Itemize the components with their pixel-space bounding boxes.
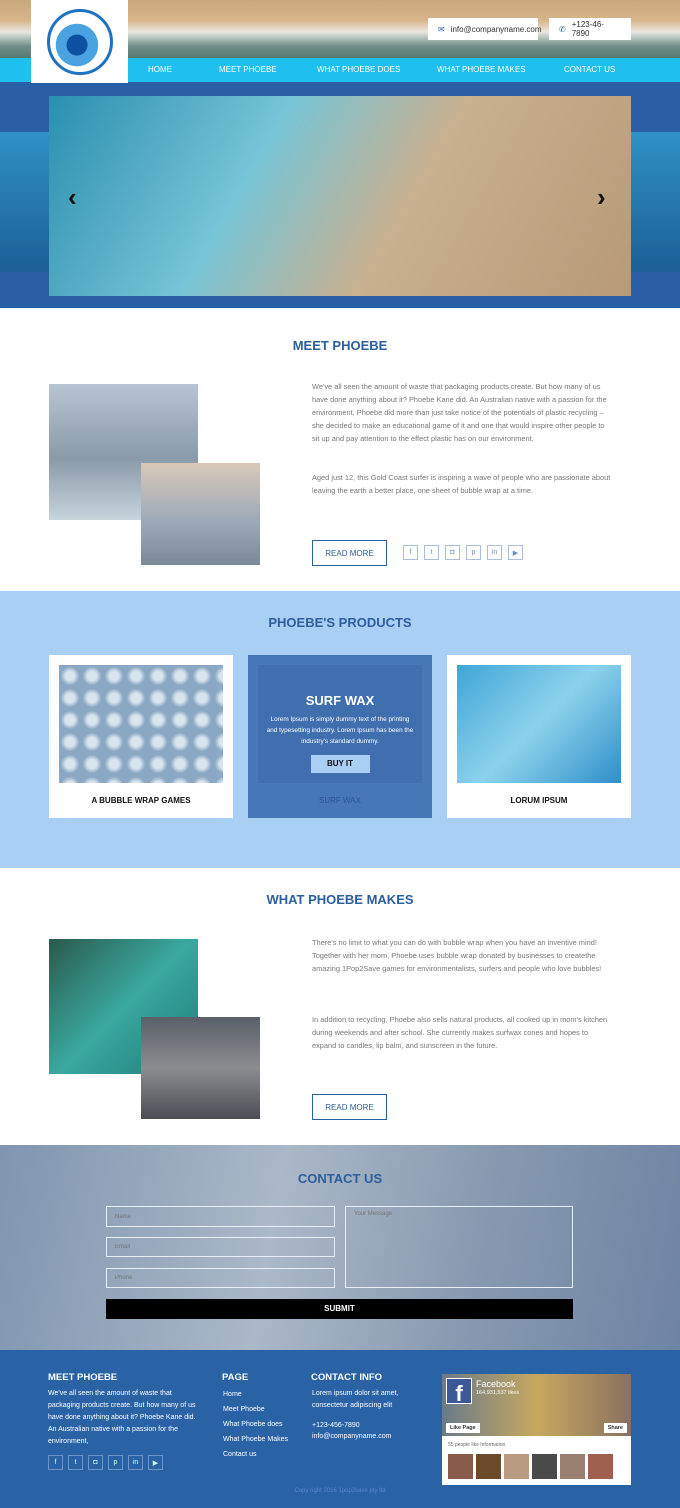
chevron-right-icon[interactable]: › [597,182,606,213]
facebook-icon[interactable]: f [48,1455,63,1470]
social-icons: f t ◘ p in ▶ [403,545,523,560]
read-more-button[interactable]: READ MORE [312,540,387,566]
instagram-icon[interactable]: ◘ [88,1455,103,1470]
avatar[interactable] [560,1454,585,1479]
pinterest-icon[interactable]: p [108,1455,123,1470]
product-label: SURF WAX [319,796,361,805]
overlay-text: Lorem Ipsum is simply dummy text of the … [266,716,414,745]
meet-text-2: Aged just 12, this Gold Coast surfer is … [312,473,611,495]
product-label: LORUM IPSUM [510,796,568,805]
fb-share-button[interactable]: Share [603,1423,627,1433]
mail-icon: ✉ [438,24,445,34]
phone-icon: ✆ [559,24,566,34]
makes-text-2: In addition to recycling, Phoebe also se… [312,1015,608,1050]
makes-text-1: There's no limit to what you can do with… [312,938,602,973]
phone-text: +123-46-7890 [571,20,604,38]
makes-title: WHAT PHOEBE MAKES [266,892,414,907]
product-card[interactable]: LORUM IPSUM [447,655,631,818]
nav-what-phoebe-makes[interactable]: WHAT PHOEBE MAKES [437,58,526,82]
contact-title: CONTACT US [297,1171,383,1186]
submit-button[interactable]: SUBMIT [106,1299,573,1319]
footer-meet-title: MEET PHOEBE [48,1372,118,1383]
avatar[interactable] [504,1454,529,1479]
fb-page-name[interactable]: Facebook [476,1379,516,1389]
avatar[interactable] [532,1454,557,1479]
products-title: PHOEBE'S PRODUCTS [268,615,412,630]
avatar[interactable] [588,1454,613,1479]
footer-email[interactable]: info@companyname.com [312,1431,391,1443]
footer-contact-title: CONTACT INFO [311,1372,383,1383]
nav-contact-us[interactable]: CONTACT US [564,58,615,82]
buy-it-button[interactable]: BUY IT [310,755,370,773]
facebook-widget: f Facebook 164,931,537 likes Like Page S… [442,1374,631,1485]
next-slide-preview [631,132,680,272]
logo[interactable] [31,0,128,83]
read-more-button[interactable]: READ MORE [312,1094,387,1120]
linkedin-icon[interactable]: in [128,1455,143,1470]
footer-link-home[interactable]: Home [223,1387,288,1402]
nav-meet-phoebe[interactable]: MEET PHOEBE [219,58,277,82]
product-card[interactable]: A BUBBLE WRAP GAMES [49,655,233,818]
footer-social-icons: f t ◘ p in ▶ [48,1455,163,1470]
message-input[interactable] [345,1206,573,1288]
phone-input[interactable] [106,1268,335,1288]
facebook-logo-icon: f [446,1378,472,1406]
pool-image [457,665,621,783]
email-text: info@companyname.com [450,24,542,34]
instagram-icon[interactable]: ◘ [445,545,460,560]
footer-link-what-phoebe-makes[interactable]: What Phoebe Makes [223,1432,288,1447]
product-label: A BUBBLE WRAP GAMES [91,796,191,805]
footer-link-what-phoebe-does[interactable]: What Phoebe does [223,1417,288,1432]
footer-page-links: Home Meet Phoebe What Phoebe does What Phoe… [223,1387,288,1462]
bubble-wrap-image [59,665,223,783]
footer-meet-text: We've all seen the amount of waste that … [48,1390,196,1445]
surf-wax-overlay: SURF WAX Lorem Ipsum is simply dummy tex… [258,665,422,783]
nav-home[interactable]: HOME [148,58,172,82]
twitter-icon[interactable]: t [424,545,439,560]
prev-slide-preview [0,132,49,272]
header-email[interactable]: ✉ info@companyname.com [428,18,542,40]
youtube-icon[interactable]: ▶ [508,545,523,560]
linkedin-icon[interactable]: in [487,545,502,560]
nav-what-phoebe-does[interactable]: WHAT PHOEBE DOES [317,58,400,82]
footer-link-contact-us[interactable]: Contact us [223,1447,288,1462]
meet-text-1: We've all seen the amount of waste that … [312,382,607,443]
product-card-hover[interactable]: SURF WAX Lorem Ipsum is simply dummy tex… [248,655,432,818]
fb-friend-avatars [448,1454,613,1479]
footer-page-title: PAGE [222,1372,249,1383]
logo-image [46,8,113,75]
fb-likes: 164,931,537 likes [476,1390,520,1396]
chevron-left-icon[interactable]: ‹ [68,182,77,213]
phoebe-beach-photo [141,463,260,565]
fb-friends-text: 55 people like Information. [448,1442,507,1448]
twitter-icon[interactable]: t [68,1455,83,1470]
overlay-title: SURF WAX [305,693,375,708]
meet-title: MEET PHOEBE [292,338,388,353]
pinterest-icon[interactable]: p [466,545,481,560]
header-phone[interactable]: ✆ +123-46-7890 [549,18,631,40]
avatar[interactable] [476,1454,501,1479]
hero-slide-image [49,96,631,296]
facebook-icon[interactable]: f [403,545,418,560]
footer-contact-text: Lorem ipsum dolor sit amet, consectetur … [312,1390,399,1409]
avatar[interactable] [448,1454,473,1479]
email-input[interactable] [106,1237,335,1257]
name-input[interactable] [106,1206,335,1227]
youtube-icon[interactable]: ▶ [148,1455,163,1470]
fb-like-page-button[interactable]: Like Page [446,1423,480,1433]
plastic-beach-photo [141,1017,260,1119]
copyright: Copy right 2016 1pop2save pty ltd [294,1488,386,1494]
footer-link-meet-phoebe[interactable]: Meet Phoebe [223,1402,288,1417]
